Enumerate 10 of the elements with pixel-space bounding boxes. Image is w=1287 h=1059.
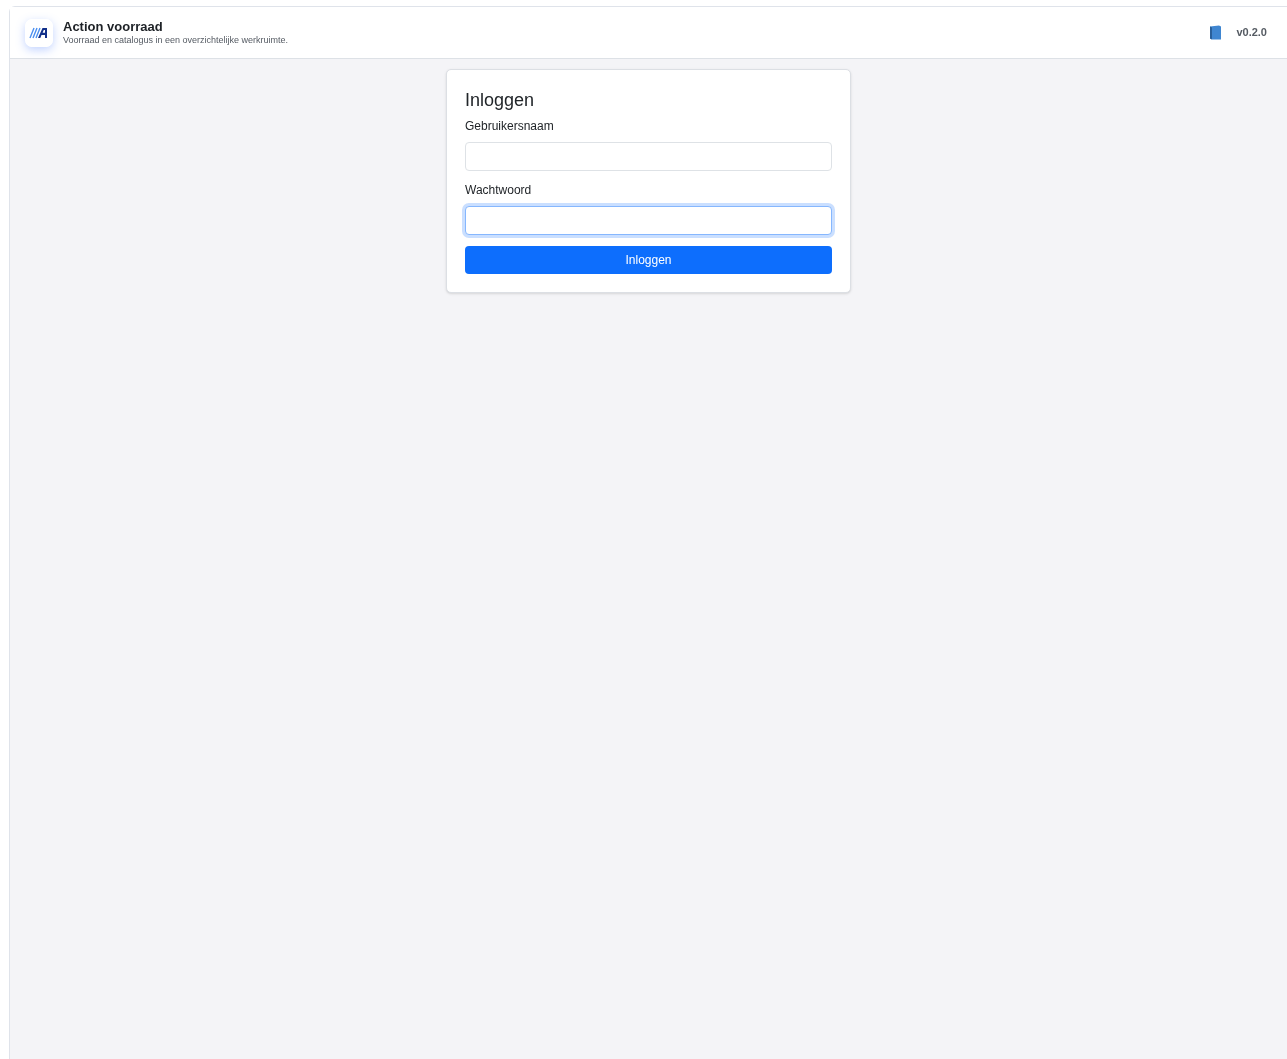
app-title: Action voorraad xyxy=(63,18,164,35)
login-button[interactable]: Inloggen xyxy=(465,246,832,274)
book-icon[interactable] xyxy=(1209,25,1223,40)
logo-icon xyxy=(25,18,53,47)
version-label: v0.2.0 xyxy=(1236,25,1267,41)
input-field[interactable] xyxy=(465,206,832,235)
field-label: Wachtwoord xyxy=(465,182,533,198)
field-label: Gebruikersnaam xyxy=(465,118,555,134)
app-subtitle: Voorraad en catalogus in een overzichtelijke werkruimte. xyxy=(63,35,289,47)
login-title: Inloggen xyxy=(465,89,536,112)
